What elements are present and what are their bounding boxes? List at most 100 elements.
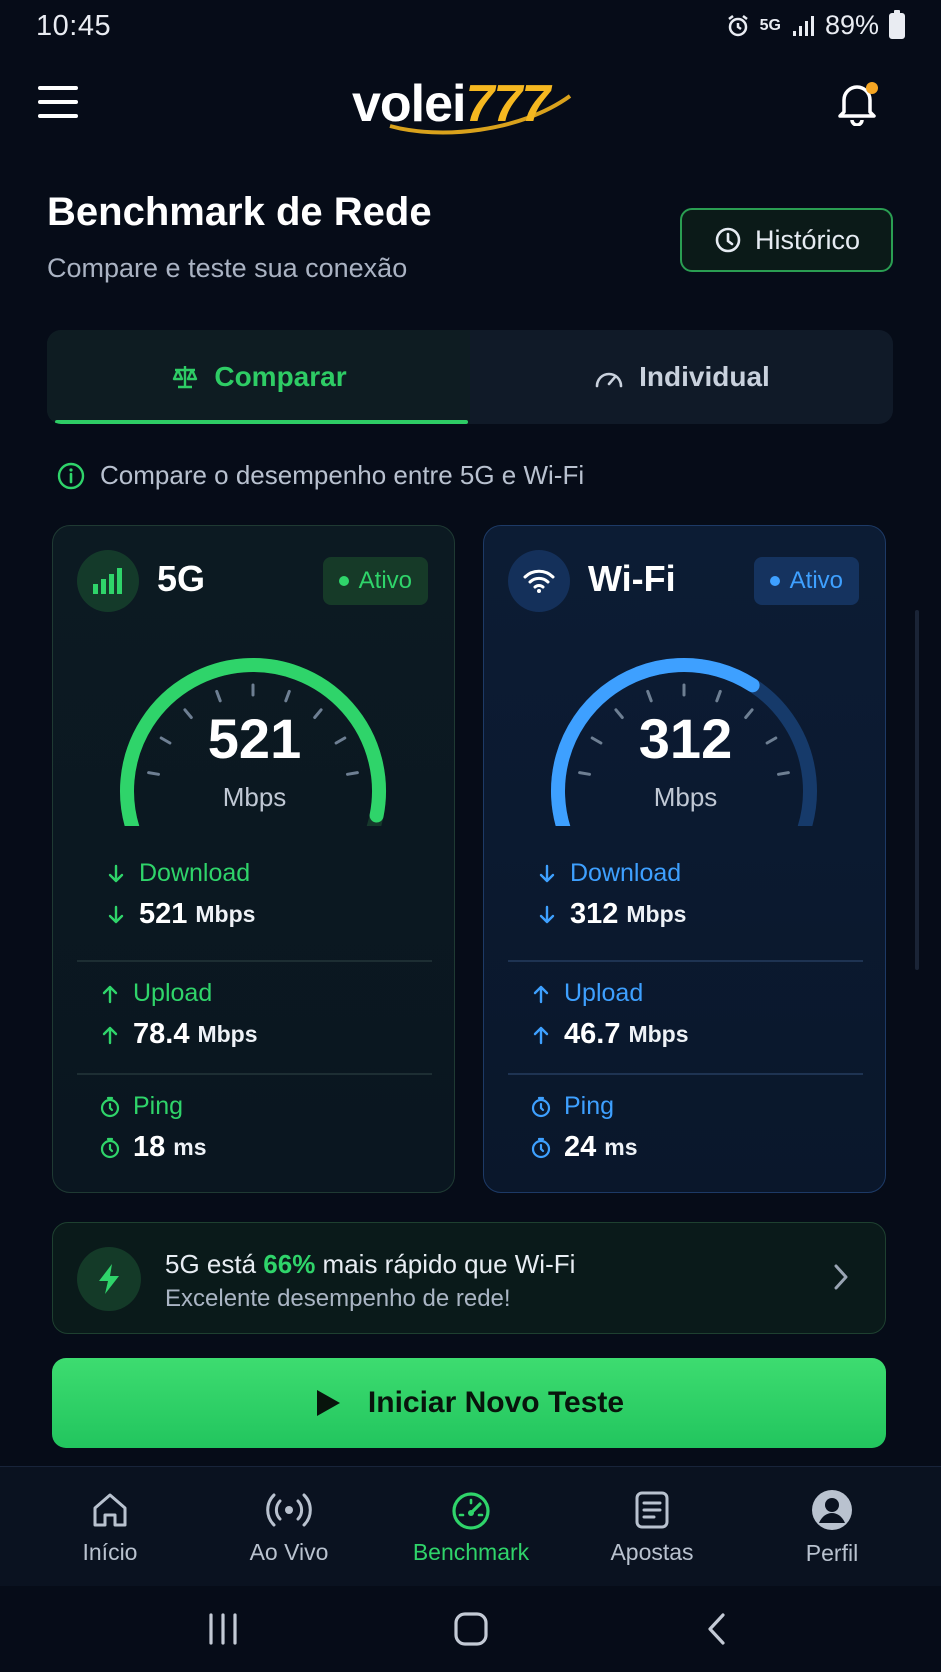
card-5g-name: 5G [157, 558, 206, 599]
page-title: Benchmark de Rede [47, 190, 432, 234]
home-square-icon [454, 1612, 488, 1646]
start-test-button[interactable]: Iniciar Novo Teste [52, 1358, 886, 1448]
card-wifi-download: Download 312 Mbps [530, 859, 860, 931]
gauge-icon [595, 372, 623, 388]
download-arrow-icon [108, 905, 124, 923]
download-arrow-icon [539, 864, 555, 882]
upload-arrow-icon [102, 1026, 118, 1044]
card-5g-upload: Upload 78.4 Mbps [99, 979, 429, 1051]
start-test-label: Iniciar Novo Teste [367, 1386, 625, 1419]
timer-icon [531, 1137, 551, 1158]
tab-bar: Comparar Individual [47, 330, 893, 424]
recents-icon [209, 1613, 237, 1645]
compare-info: Compare o desempenho entre 5G e Wi-Fi [56, 460, 584, 491]
history-clock-icon [715, 227, 741, 253]
status-icons: 5G 89% [726, 9, 905, 41]
network-type: 5G [759, 16, 781, 34]
card-5g-divider [77, 960, 432, 962]
card-5g-divider [77, 1073, 432, 1075]
gauge-tick [215, 689, 222, 703]
gauge-tick [578, 771, 591, 776]
history-label: Histórico [754, 224, 861, 255]
bottom-nav: Início Ao Vivo Benchmark Apostas Perfil [0, 1466, 941, 1586]
info-text: Compare o desempenho entre 5G e Wi-Fi [100, 460, 585, 490]
play-icon [316, 1390, 340, 1416]
signal-bars-icon [93, 568, 122, 594]
speedometer-icon [452, 1491, 490, 1530]
notifications-button[interactable] [834, 78, 884, 130]
back-chevron-icon [708, 1613, 725, 1645]
gauge-tick [147, 771, 160, 776]
active-tab-indicator [55, 420, 468, 424]
wifi-icon [523, 569, 555, 593]
history-button[interactable]: Histórico [680, 208, 893, 272]
scale-icon [173, 366, 198, 389]
upload-arrow-icon [533, 1026, 549, 1044]
card-5g-icon-wrap [77, 550, 139, 612]
nav-item-perfil[interactable]: Perfil [742, 1467, 922, 1587]
nav-item-inicio[interactable]: Início [20, 1467, 200, 1587]
result-icon-wrap [77, 1247, 141, 1311]
card-5g[interactable]: 5G Ativo 521 Mbps Download 521 Mbps Uploa… [52, 525, 455, 1193]
nav-item-benchmark[interactable]: Benchmark [381, 1467, 561, 1587]
info-icon [57, 462, 85, 489]
tab-compare[interactable]: Comparar [47, 330, 470, 424]
upload-arrow-icon [102, 985, 118, 1003]
card-5g-speed: 521 [207, 707, 302, 770]
comparison-result-banner[interactable]: 5G está 66% mais rápido que Wi-Fi Excele… [52, 1222, 886, 1334]
upload-arrow-icon [533, 985, 549, 1003]
card-5g-status-badge: Ativo [322, 557, 428, 605]
card-wifi-divider [508, 960, 863, 962]
download-arrow-icon [108, 864, 124, 882]
status-bar: 10:45 5G 89% [0, 0, 941, 56]
card-wifi-name: Wi-Fi [588, 558, 676, 599]
gauge-tick [715, 689, 722, 703]
card-5g-ping: Ping 18 ms [99, 1092, 429, 1164]
card-wifi-divider [508, 1073, 863, 1075]
signal-icon [792, 15, 814, 36]
menu-button[interactable] [38, 84, 80, 120]
timer-icon [531, 1096, 551, 1117]
recent-apps-button[interactable] [188, 1602, 258, 1656]
gauge-tick [284, 689, 291, 703]
battery-percent: 89% [824, 10, 879, 40]
scrollbar[interactable] [915, 610, 919, 970]
nav-item-apostas[interactable]: Apostas [562, 1467, 742, 1587]
gauge-tick [777, 771, 790, 776]
result-percent: 66% [263, 1249, 316, 1279]
lightning-icon [99, 1264, 119, 1294]
brand-logo: volei777 [350, 70, 595, 144]
download-arrow-icon [539, 905, 555, 923]
gauge-tick [646, 689, 653, 703]
system-nav [0, 1586, 941, 1672]
gauge-tick [346, 771, 359, 776]
card-wifi-speed-unit: Mbps [653, 782, 718, 812]
broadcast-icon [266, 1493, 312, 1526]
home-icon [93, 1493, 127, 1526]
nav-item-ao-vivo[interactable]: Ao Vivo [199, 1467, 379, 1587]
chevron-right-icon [834, 1264, 848, 1290]
card-wifi-upload: Upload 46.7 Mbps [530, 979, 860, 1051]
card-wifi-icon-wrap [508, 550, 570, 612]
card-5g-download: Download 521 Mbps [99, 859, 429, 931]
status-time: 10:45 [36, 10, 112, 42]
card-wifi-ping: Ping 24 ms [530, 1092, 860, 1164]
result-subtitle: Excelente desempenho de rede! [165, 1285, 511, 1312]
notification-dot [866, 82, 878, 94]
result-headline: 5G está 66% mais rápido que Wi-Fi [165, 1249, 576, 1279]
timer-icon [100, 1096, 120, 1117]
card-5g-speed-unit: Mbps [222, 782, 287, 812]
card-wifi-status-badge: Ativo [753, 557, 859, 605]
tab-individual[interactable]: Individual [470, 330, 893, 424]
back-button[interactable] [682, 1602, 752, 1656]
tab-compare-label: Comparar [214, 361, 347, 392]
tab-individual-label: Individual [639, 361, 770, 392]
battery-icon [889, 9, 905, 39]
home-system-button[interactable] [436, 1602, 506, 1656]
card-wifi[interactable]: Wi-Fi Ativo 312 Mbps Download 312 Mbps Up… [483, 525, 886, 1193]
user-icon [812, 1489, 852, 1530]
ticket-icon [635, 1491, 669, 1528]
timer-icon [100, 1137, 120, 1158]
card-wifi-speed: 312 [638, 707, 733, 770]
alarm-icon [727, 14, 748, 36]
